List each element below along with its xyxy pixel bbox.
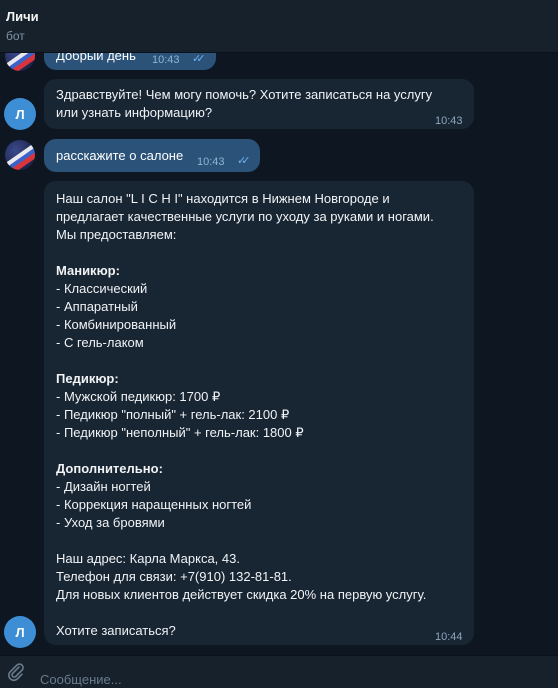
message-time: 10:43 (197, 156, 225, 168)
chat-header[interactable]: Личи бот (0, 0, 558, 53)
message-input[interactable]: Сообщение... (40, 672, 122, 687)
message-outgoing[interactable]: Добрый день 10:43 ✓✓ (44, 53, 216, 70)
message-list[interactable]: Добрый день 10:43 ✓✓ Здравствуйте! Чем м… (0, 53, 558, 653)
chat-subtitle: бот (6, 29, 25, 43)
pedicure-heading: Педикюр: (56, 371, 119, 386)
manicure-list: - Классический - Аппаратный - Комбиниров… (56, 281, 177, 350)
message-incoming[interactable]: Здравствуйте! Чем могу помочь? Хотите за… (44, 79, 474, 129)
extra-heading: Дополнительно: (56, 461, 163, 476)
user-avatar[interactable] (5, 53, 35, 71)
message-composer: Сообщение... (0, 655, 558, 688)
chat-title: Личи (6, 9, 39, 24)
paperclip-icon[interactable] (6, 662, 26, 682)
bot-avatar[interactable]: Л (4, 98, 36, 130)
message-time: 10:43 (435, 115, 463, 127)
double-check-icon: ✓✓ (192, 53, 206, 65)
double-check-icon: ✓✓ (237, 155, 251, 167)
message-incoming[interactable]: Наш салон "L I C H I" находится в Нижнем… (44, 181, 474, 645)
salon-contacts: Наш адрес: Карла Маркса, 43. Телефон для… (56, 551, 427, 602)
message-outgoing[interactable]: расскажите о салоне 10:43 ✓✓ (44, 139, 260, 172)
manicure-heading: Маникюр: (56, 263, 120, 278)
message-text: Добрый день (56, 53, 136, 63)
extra-list: - Дизайн ногтей - Коррекция наращенных н… (56, 479, 252, 530)
salon-intro: Наш салон "L I C H I" находится в Нижнем… (56, 191, 434, 242)
message-text: расскажите о салоне (56, 148, 184, 163)
message-time: 10:44 (435, 631, 463, 643)
booking-question: Хотите записаться? (56, 623, 176, 638)
user-avatar[interactable] (5, 140, 35, 170)
message-time: 10:43 (152, 54, 180, 66)
message-body: Наш салон "L I C H I" находится в Нижнем… (56, 190, 468, 640)
pedicure-list: - Мужской педикюр: 1700 ₽ - Педикюр "пол… (56, 389, 304, 440)
bot-avatar[interactable]: Л (4, 616, 36, 648)
message-text: Здравствуйте! Чем могу помочь? Хотите за… (56, 87, 433, 120)
